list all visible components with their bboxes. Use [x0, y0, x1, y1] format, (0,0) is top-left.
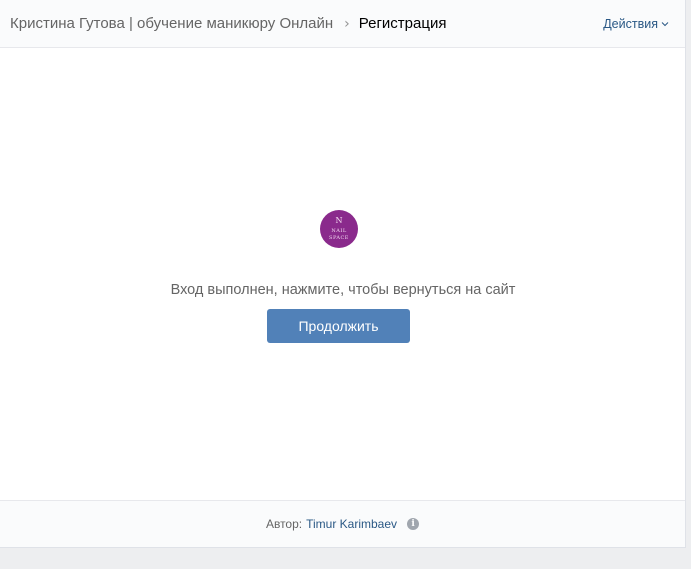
info-icon[interactable]: i [407, 518, 420, 530]
author-link[interactable]: Timur Karimbaev [306, 517, 397, 531]
author-line: Автор: Timur Karimbaev i [0, 517, 685, 531]
page-header: Кристина Гутова | обучение маникюру Онла… [0, 0, 685, 48]
community-logo: N NAIL SPACE [320, 210, 358, 248]
breadcrumb-current-page: Регистрация [358, 15, 447, 32]
chevron-right-icon: › [344, 16, 350, 32]
author-prefix: Автор: [265, 517, 303, 531]
breadcrumb-community-link[interactable]: Кристина Гутова | обучение маникюру Онла… [10, 15, 333, 33]
login-success-message: Вход выполнен, нажмите, чтобы вернуться … [170, 282, 516, 298]
logo-mark: N [336, 216, 343, 225]
actions-dropdown[interactable]: Действия [603, 17, 669, 31]
page-footer: Автор: Timur Karimbaev i [0, 500, 685, 547]
registration-card: Кристина Гутова | обучение маникюру Онла… [0, 0, 686, 548]
chevron-down-icon [661, 22, 669, 27]
logo-word-space: SPACE [329, 235, 349, 241]
nail-space-logo-icon: N NAIL SPACE [329, 216, 349, 241]
actions-label: Действия [603, 17, 658, 31]
continue-button[interactable]: Продолжить [267, 309, 410, 343]
logo-word-nail: NAIL [331, 228, 346, 234]
breadcrumb: Кристина Гутова | обучение маникюру Онла… [10, 15, 446, 33]
